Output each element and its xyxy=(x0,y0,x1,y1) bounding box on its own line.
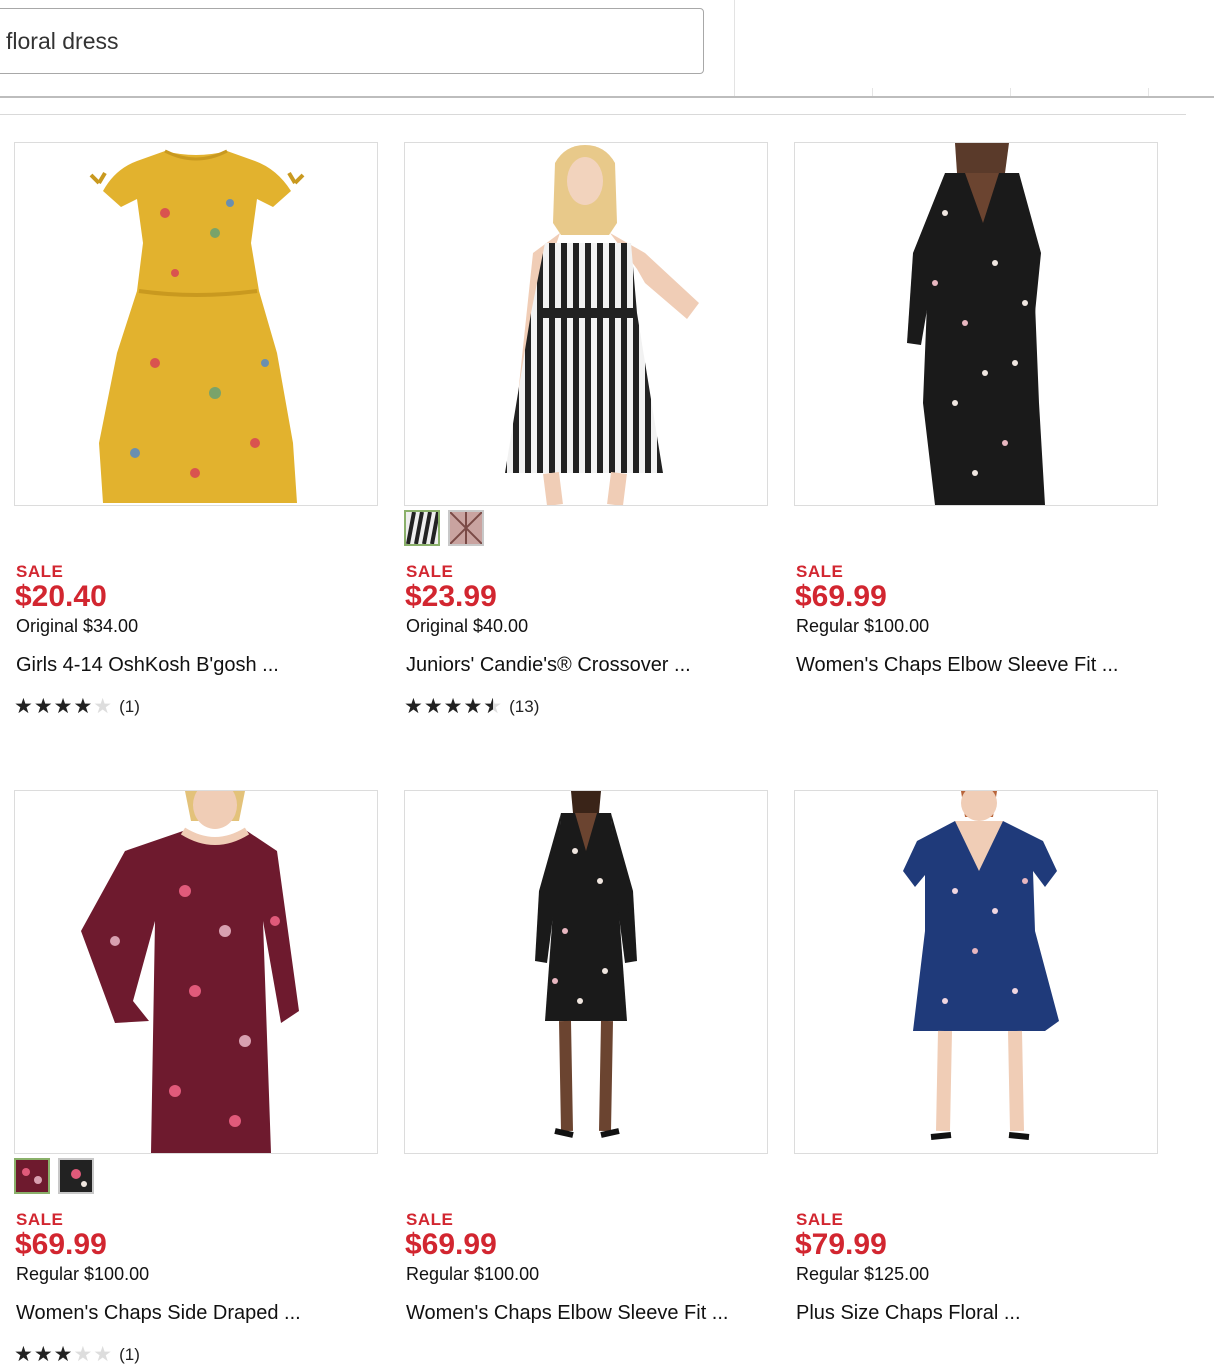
sale-price: $69.99 xyxy=(795,580,887,613)
sale-label: SALE xyxy=(16,1210,64,1229)
header-tick xyxy=(1148,88,1149,96)
product-image[interactable] xyxy=(14,142,378,506)
product-title[interactable]: Women's Chaps Side Draped ... xyxy=(16,1302,301,1325)
sale-label: SALE xyxy=(796,1210,844,1229)
black-floral-dress-model-image xyxy=(535,791,637,1138)
original-price: Regular $100.00 xyxy=(406,1264,540,1284)
sale-price: $23.99 xyxy=(405,580,497,613)
product-card[interactable]: SALE $69.99 Regular $100.00 Women's Chap… xyxy=(794,142,1158,712)
color-swatches xyxy=(404,510,484,548)
header-tick xyxy=(872,88,873,96)
sale-label: SALE xyxy=(406,562,454,581)
sale-label: SALE xyxy=(16,562,64,581)
review-count: (1) xyxy=(119,1344,140,1364)
product-title[interactable]: Girls 4-14 OshKosh B'gosh ... xyxy=(16,654,279,677)
product-title[interactable]: Plus Size Chaps Floral ... xyxy=(796,1302,1021,1325)
swatch-black-floral[interactable] xyxy=(58,1158,94,1194)
results-rule xyxy=(0,114,1186,115)
sale-price: $69.99 xyxy=(405,1228,497,1261)
striped-dress-image xyxy=(505,145,699,505)
swatch-burgundy[interactable] xyxy=(14,1158,50,1194)
product-title[interactable]: Women's Chaps Elbow Sleeve Fit ... xyxy=(796,654,1118,677)
product-image[interactable] xyxy=(404,142,768,506)
star-rating[interactable]: ★★★★★★★★★★ (13) xyxy=(404,696,539,717)
sale-price: $69.99 xyxy=(15,1228,107,1261)
product-card[interactable]: SALE $23.99 Original $40.00 Juniors' Can… xyxy=(404,142,768,717)
yellow-floral-dress-image xyxy=(89,149,305,503)
search-input[interactable] xyxy=(6,9,686,73)
black-floral-dress-image xyxy=(907,143,1045,505)
navy-floral-wrap-dress-image xyxy=(903,791,1059,1140)
header-divider xyxy=(734,0,735,96)
sale-price: $79.99 xyxy=(795,1228,887,1261)
original-price: Regular $100.00 xyxy=(796,616,930,636)
star-rating[interactable]: ★★★★★★★★★★ (1) xyxy=(14,1344,140,1365)
star-icons: ★★★★★★★★★★ xyxy=(14,695,114,718)
swatch-stripe[interactable] xyxy=(404,510,440,546)
sale-price: $20.40 xyxy=(15,580,107,613)
product-image[interactable] xyxy=(14,790,378,1154)
review-count: (1) xyxy=(119,696,140,716)
product-card[interactable]: SALE $20.40 Original $34.00 Girls 4-14 O… xyxy=(14,142,378,717)
burgundy-floral-dress-image xyxy=(81,791,299,1153)
product-card[interactable]: SALE $69.99 Regular $100.00 Women's Chap… xyxy=(14,790,378,1365)
review-count: (13) xyxy=(509,696,540,716)
swatch-pink-print[interactable] xyxy=(448,510,484,546)
star-icons: ★★★★★★★★★★ xyxy=(14,1343,114,1366)
product-image[interactable] xyxy=(404,790,768,1154)
search-field[interactable] xyxy=(0,8,704,74)
header-rule xyxy=(0,96,1214,98)
original-price: Original $34.00 xyxy=(16,616,139,636)
header-tick xyxy=(1010,88,1011,96)
sale-label: SALE xyxy=(406,1210,454,1229)
product-title[interactable]: Women's Chaps Elbow Sleeve Fit ... xyxy=(406,1302,728,1325)
star-icons: ★★★★★★★★★★ xyxy=(404,695,504,718)
original-price: Original $40.00 xyxy=(406,616,529,636)
original-price: Regular $100.00 xyxy=(16,1264,150,1284)
star-rating[interactable]: ★★★★★★★★★★ (1) xyxy=(14,696,140,717)
product-image[interactable] xyxy=(794,142,1158,506)
product-card[interactable]: SALE $69.99 Regular $100.00 Women's Chap… xyxy=(404,790,768,1360)
sale-label: SALE xyxy=(796,562,844,581)
color-swatches xyxy=(14,1158,94,1196)
original-price: Regular $125.00 xyxy=(796,1264,930,1284)
product-card[interactable]: SALE $79.99 Regular $125.00 Plus Size Ch… xyxy=(794,790,1158,1360)
product-title[interactable]: Juniors' Candie's® Crossover ... xyxy=(406,654,691,677)
product-image[interactable] xyxy=(794,790,1158,1154)
